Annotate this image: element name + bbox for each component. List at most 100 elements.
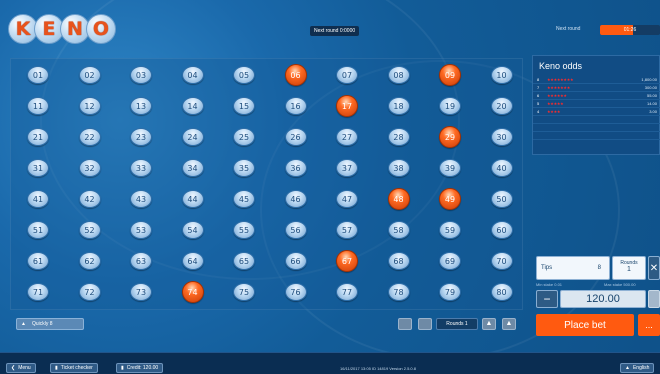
number-ball[interactable]: 16: [284, 97, 307, 115]
number-ball[interactable]: 64: [181, 252, 204, 270]
quick-pick-button[interactable]: ▲ Quickly 8: [16, 318, 84, 330]
number-ball[interactable]: 40: [490, 159, 513, 177]
bet-panel: Tips 8 Rounds 1 ✕ Min stake 0.01 Max sta…: [532, 252, 660, 336]
number-ball[interactable]: 46: [284, 190, 307, 208]
number-ball[interactable]: 57: [336, 221, 358, 239]
number-ball[interactable]: 20: [490, 97, 513, 115]
clear-button[interactable]: ✕: [648, 256, 660, 280]
number-ball[interactable]: 08: [387, 66, 410, 84]
odds-stars: ★★★★: [547, 109, 561, 114]
rounds-last-button[interactable]: ▲: [502, 318, 516, 330]
number-ball[interactable]: 77: [336, 283, 358, 301]
number-ball[interactable]: 80: [490, 283, 513, 301]
number-ball[interactable]: 47: [336, 190, 358, 208]
number-ball[interactable]: 30: [490, 128, 513, 146]
number-ball[interactable]: 38: [387, 159, 410, 177]
number-ball[interactable]: 43: [130, 190, 152, 208]
number-ball[interactable]: 25: [233, 128, 255, 146]
number-ball-selected[interactable]: 17: [336, 95, 358, 117]
stake-minus-button[interactable]: −: [536, 290, 558, 308]
number-ball[interactable]: 61: [27, 252, 49, 270]
number-ball[interactable]: 03: [130, 66, 152, 84]
number-ball[interactable]: 33: [130, 159, 152, 177]
stake-field[interactable]: 120.00: [560, 290, 646, 308]
number-ball-selected[interactable]: 29: [439, 126, 461, 148]
number-ball[interactable]: 02: [78, 66, 101, 84]
number-ball[interactable]: 21: [27, 128, 49, 146]
number-ball[interactable]: 42: [78, 190, 101, 208]
number-ball[interactable]: 10: [490, 66, 513, 84]
number-ball[interactable]: 56: [284, 221, 307, 239]
language-button[interactable]: ▲ English: [620, 363, 655, 373]
number-ball[interactable]: 01: [27, 66, 49, 84]
number-ball[interactable]: 65: [233, 252, 255, 270]
number-ball[interactable]: 28: [387, 128, 410, 146]
number-ball[interactable]: 04: [181, 66, 204, 84]
number-ball[interactable]: 60: [490, 221, 513, 239]
number-ball[interactable]: 36: [284, 159, 307, 177]
number-ball[interactable]: 31: [27, 159, 49, 177]
number-ball[interactable]: 41: [27, 190, 49, 208]
number-ball[interactable]: 76: [284, 283, 307, 301]
number-ball[interactable]: 45: [233, 190, 255, 208]
number-ball[interactable]: 11: [27, 97, 49, 115]
number-ball[interactable]: 15: [233, 97, 255, 115]
number-ball[interactable]: 72: [78, 283, 101, 301]
number-ball[interactable]: 58: [387, 221, 410, 239]
number-ball[interactable]: 39: [439, 159, 461, 177]
number-ball[interactable]: 52: [78, 221, 101, 239]
credit-button[interactable]: ▮ Credit: 120.00: [116, 363, 164, 373]
rounds-field[interactable]: Rounds 1: [612, 256, 646, 280]
ticket-checker-button[interactable]: ▮ Ticket checker: [50, 363, 98, 373]
number-ball[interactable]: 12: [78, 97, 101, 115]
number-ball-selected[interactable]: 09: [439, 64, 461, 86]
number-ball[interactable]: 37: [336, 159, 358, 177]
number-ball[interactable]: 13: [130, 97, 152, 115]
number-ball[interactable]: 70: [490, 252, 513, 270]
number-ball[interactable]: 44: [181, 190, 204, 208]
number-ball-selected[interactable]: 48: [387, 188, 410, 210]
number-ball[interactable]: 59: [439, 221, 461, 239]
number-ball[interactable]: 75: [233, 283, 255, 301]
rounds-next-button[interactable]: ▲: [482, 318, 496, 330]
stake-plus-button[interactable]: [648, 290, 660, 308]
number-ball[interactable]: 26: [284, 128, 307, 146]
number-ball[interactable]: 62: [78, 252, 101, 270]
number-ball[interactable]: 32: [78, 159, 101, 177]
number-ball[interactable]: 63: [130, 252, 152, 270]
number-ball[interactable]: 50: [490, 190, 513, 208]
number-ball[interactable]: 35: [233, 159, 255, 177]
number-ball[interactable]: 68: [387, 252, 410, 270]
number-ball-selected[interactable]: 06: [284, 64, 307, 86]
number-ball[interactable]: 53: [130, 221, 152, 239]
number-ball[interactable]: 07: [336, 66, 358, 84]
menu-button[interactable]: ❮ Menu: [6, 363, 36, 373]
number-ball[interactable]: 14: [181, 97, 204, 115]
number-ball[interactable]: 54: [181, 221, 204, 239]
number-ball[interactable]: 79: [439, 283, 461, 301]
number-ball[interactable]: 55: [233, 221, 255, 239]
number-ball[interactable]: 24: [181, 128, 204, 146]
number-ball[interactable]: 66: [284, 252, 307, 270]
chevron-left-icon: ❮: [11, 365, 16, 371]
number-ball[interactable]: 27: [336, 128, 358, 146]
number-ball-selected[interactable]: 67: [336, 250, 358, 272]
number-ball[interactable]: 34: [181, 159, 204, 177]
number-ball[interactable]: 71: [27, 283, 49, 301]
number-ball[interactable]: 23: [130, 128, 152, 146]
rounds-first-button[interactable]: [398, 318, 412, 330]
number-ball[interactable]: 51: [27, 221, 49, 239]
number-ball[interactable]: 78: [387, 283, 410, 301]
number-ball[interactable]: 69: [439, 252, 461, 270]
more-button[interactable]: ...: [638, 314, 660, 336]
number-ball-selected[interactable]: 49: [439, 188, 461, 210]
number-ball-selected[interactable]: 74: [181, 281, 204, 303]
number-ball[interactable]: 22: [78, 128, 101, 146]
tips-label: Tips: [541, 265, 553, 271]
number-ball[interactable]: 05: [233, 66, 255, 84]
number-ball[interactable]: 73: [130, 283, 152, 301]
number-ball[interactable]: 19: [439, 97, 461, 115]
rounds-prev-button[interactable]: [418, 318, 432, 330]
place-bet-button[interactable]: Place bet: [536, 314, 634, 336]
number-ball[interactable]: 18: [387, 97, 410, 115]
